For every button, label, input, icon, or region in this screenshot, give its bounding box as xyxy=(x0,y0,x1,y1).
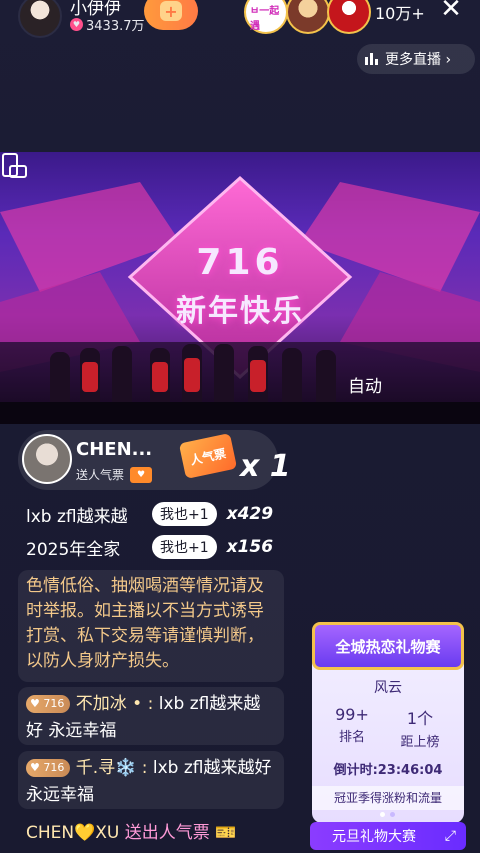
gift-sent-user[interactable]: CHEN💛XU xyxy=(26,823,119,843)
gift-tag-icon: ♥ xyxy=(130,466,153,483)
level-badge: ♥ 716 xyxy=(26,759,71,777)
activity-name: 风云 xyxy=(374,680,402,696)
ticket-small-icon: 🎫 xyxy=(215,823,237,843)
host-avatar[interactable] xyxy=(18,0,62,38)
me-too-button[interactable]: 我也+1 xyxy=(152,502,217,526)
activity-gap-label: 距上榜 xyxy=(400,735,440,750)
live-video[interactable]: 716 新年快乐 自动 xyxy=(0,152,480,424)
rotate-screen-icon[interactable] xyxy=(0,152,28,180)
me-too-row: lxb zfl越来越 我也+1 x429 xyxy=(18,499,273,529)
activity-rank: 99+ 排名 xyxy=(314,705,390,745)
follow-button[interactable]: + xyxy=(144,0,198,30)
gift-sender-avatar[interactable] xyxy=(22,434,72,484)
more-live-label: 更多直播 › xyxy=(385,52,452,68)
top-bar: 小伊伊 ♥ 3433.7万 + ㅂ一起遇 10万+ ✕ xyxy=(0,0,480,40)
gift-action-text: 送人气票 xyxy=(76,468,125,482)
me-too-button[interactable]: 我也+1 xyxy=(152,535,217,559)
viewer-logo-text: ㅂ一起遇 xyxy=(250,6,280,32)
viewer-avatar-1[interactable]: ㅂ一起遇 xyxy=(244,0,288,34)
me-too-text: 2025年全家 xyxy=(26,539,121,560)
gift-sent-line: CHEN💛XU 送出人气票 🎫 xyxy=(26,818,236,843)
activity-title: 全城热恋礼物赛 xyxy=(312,622,464,670)
activity-gap-value: 1个 xyxy=(406,709,434,728)
gift-count: x 1 xyxy=(240,449,291,484)
gift-sent-action: 送出人气票 xyxy=(124,823,210,843)
pager-dots xyxy=(380,812,395,817)
viewer-avatar-3[interactable] xyxy=(327,0,371,34)
auto-quality-button[interactable]: 自动 xyxy=(348,372,382,397)
me-too-count: x156 xyxy=(226,537,274,557)
activity-rank-value: 99+ xyxy=(335,705,369,724)
viewer-count[interactable]: 10万+ xyxy=(375,0,425,24)
chat-nick[interactable]: 千.寻❄️ : xyxy=(76,758,148,778)
close-icon[interactable]: ✕ xyxy=(440,0,462,24)
activity-timer: 倒计时:23:46:04 xyxy=(333,763,443,778)
activity-button[interactable]: 元旦礼物大赛 ⤢ xyxy=(310,822,466,850)
expand-icon: ⤢ xyxy=(444,828,456,844)
activity-rank-label: 排名 xyxy=(338,730,365,745)
more-live-button[interactable]: 更多直播 › xyxy=(357,44,475,74)
bars-icon xyxy=(365,53,379,65)
activity-button-label: 元旦礼物大赛 xyxy=(332,829,416,845)
chat-message: ♥ 716 千.寻❄️ : lxb zfl越来越好 永远幸福 xyxy=(18,751,284,809)
level-badge: ♥ 716 xyxy=(26,695,71,713)
chat-message: ♥ 716 不加冰 • : lxb zfl越来越好 永远幸福 xyxy=(18,687,284,745)
heart-icon: ♥ xyxy=(70,18,83,31)
banner-title: 新年快乐 xyxy=(176,294,304,329)
host-likes-count: 3433.7万 xyxy=(86,19,145,34)
plus-heart-icon: + xyxy=(160,1,182,21)
host-likes: ♥ 3433.7万 xyxy=(70,15,145,34)
gift-action: 送人气票 ♥ xyxy=(76,466,153,483)
banner-number: 716 xyxy=(196,242,284,283)
chat-nick[interactable]: 不加冰 • : xyxy=(76,694,154,714)
me-too-row: 2025年全家 我也+1 x156 xyxy=(18,532,273,562)
activity-footer: 冠亚季得涨粉和流量 xyxy=(312,786,464,810)
viewer-avatar-2[interactable] xyxy=(286,0,330,34)
me-too-text: lxb zfl越来越 xyxy=(26,506,128,527)
activity-gap: 1个 距上榜 xyxy=(382,705,458,750)
gift-sender-name[interactable]: CHEN... xyxy=(76,439,152,460)
me-too-count: x429 xyxy=(226,504,274,524)
system-notice: 色情低俗、抽烟喝酒等情况请及时举报。如主播以不当方式诱导打赏、私下交易等请谨慎判… xyxy=(18,570,284,682)
